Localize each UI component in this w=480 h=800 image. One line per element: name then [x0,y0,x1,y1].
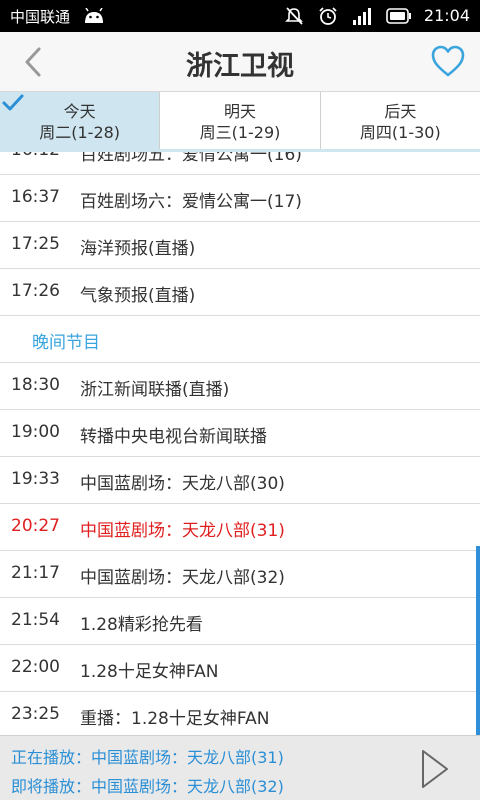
program-list[interactable]: 16:12 百姓剧场五：爱情公寓一(16) 16:37 百姓剧场六：爱情公寓一(… [0,152,480,735]
program-time: 19:33 [11,469,60,489]
play-icon[interactable] [420,748,450,790]
program-time: 19:00 [11,422,60,442]
program-name: 气象预报(直播) [80,286,196,306]
list-item[interactable]: 17:26 气象预报(直播) [0,269,480,316]
alarm-icon [319,7,337,25]
tab-date-label: 周二(1-28) [39,123,121,142]
title-bar: 浙江卫视 [0,32,480,92]
program-name: 重播：1.28十足女神FAN [80,709,270,729]
program-name: 中国蓝剧场：天龙八部(32) [80,568,285,588]
up-next-text: 即将播放：中国蓝剧场：天龙八部(32) [11,777,284,796]
list-item[interactable]: 16:37 百姓剧场六：爱情公寓一(17) [0,175,480,222]
carrier-name: 中国联通 [10,8,71,26]
list-item[interactable]: 21:54 1.28精彩抢先看 [0,598,480,645]
mute-icon [285,7,303,25]
tab-date-label: 周四(1-30) [359,123,441,142]
list-item[interactable]: 16:12 百姓剧场五：爱情公寓一(16) [0,152,480,175]
tab-day-label: 明天 [223,102,256,121]
program-time: 22:00 [11,657,60,677]
list-item[interactable]: 19:33 中国蓝剧场：天龙八部(30) [0,457,480,504]
signal-icon [353,8,371,25]
list-item[interactable]: 19:00 转播中央电视台新闻联播 [0,410,480,457]
program-time: 16:12 [11,152,60,160]
program-name: 海洋预报(直播) [80,239,196,259]
list-item[interactable]: 22:00 1.28十足女神FAN [0,645,480,692]
list-item-current[interactable]: 20:27 中国蓝剧场：天龙八部(31) [0,504,480,551]
program-time: 21:17 [11,563,60,583]
battery-icon [386,8,411,24]
tab-tomorrow[interactable]: 明天 周三(1-29) [160,92,321,149]
now-playing-bar: 正在播放：中国蓝剧场：天龙八部(31) 即将播放：中国蓝剧场：天龙八部(32) [0,735,480,800]
program-name: 中国蓝剧场：天龙八部(31) [80,521,285,541]
section-header-evening: 晚间节目 [0,316,480,363]
status-bar: 中国联通 21:04 [0,0,480,32]
program-name: 1.28十足女神FAN [80,662,219,682]
list-item[interactable]: 23:25 重播：1.28十足女神FAN [0,692,480,735]
program-time: 18:30 [11,375,60,395]
now-playing-text: 正在播放：中国蓝剧场：天龙八部(31) [11,748,284,767]
program-name: 百姓剧场五：爱情公寓一(16) [80,152,302,165]
clock: 21:04 [423,6,470,25]
day-tabs: 今天 周二(1-28) 明天 周三(1-29) 后天 周四(1-30) [0,92,480,152]
program-name: 转播中央电视台新闻联播 [80,427,267,447]
page-title: 浙江卫视 [186,51,294,82]
section-title: 晚间节目 [32,333,100,353]
program-name: 浙江新闻联播(直播) [80,380,230,400]
program-time: 23:25 [11,704,60,724]
tab-day-label: 后天 [384,102,417,121]
program-time: 20:27 [11,516,60,536]
list-item[interactable]: 17:25 海洋预报(直播) [0,222,480,269]
program-time: 17:26 [11,281,60,301]
program-time: 17:25 [11,234,60,254]
favorite-heart-icon[interactable] [430,44,466,78]
android-icon [85,8,103,23]
program-time: 16:37 [11,187,60,207]
list-item[interactable]: 18:30 浙江新闻联播(直播) [0,363,480,410]
check-icon [2,94,24,111]
tab-today[interactable]: 今天 周二(1-28) [0,92,161,149]
tab-day-after-tomorrow[interactable]: 后天 周四(1-30) [321,92,480,149]
program-time: 21:54 [11,610,60,630]
program-name: 百姓剧场六：爱情公寓一(17) [80,192,302,212]
program-name: 1.28精彩抢先看 [80,615,203,635]
tab-date-label: 周三(1-29) [199,123,281,142]
list-item[interactable]: 21:17 中国蓝剧场：天龙八部(32) [0,551,480,598]
program-name: 中国蓝剧场：天龙八部(30) [80,474,285,494]
scrollbar[interactable] [476,546,480,735]
